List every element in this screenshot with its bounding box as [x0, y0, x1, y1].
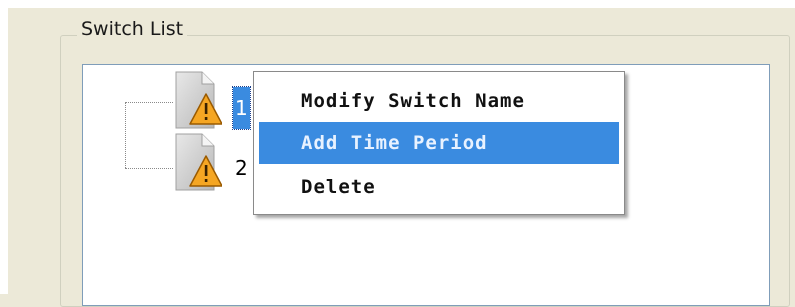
tree-connector-vertical — [125, 102, 126, 168]
tree-item-label-2[interactable]: 2 — [233, 155, 250, 181]
window-top-edge — [0, 0, 795, 8]
document-warning-icon[interactable] — [170, 132, 222, 194]
menu-item-modify-switch-name[interactable]: Modify Switch Name — [259, 80, 619, 122]
menu-item-delete[interactable]: Delete — [259, 166, 619, 208]
menu-item-add-time-period[interactable]: Add Time Period — [259, 122, 619, 164]
tree-connector-item-2 — [125, 168, 173, 169]
window-left-edge — [0, 0, 8, 294]
document-warning-icon[interactable] — [170, 70, 222, 132]
switch-list-title: Switch List — [77, 18, 188, 40]
tree-connector-item-1 — [125, 102, 173, 103]
context-menu: Modify Switch Name Add Time Period Delet… — [253, 71, 625, 215]
tree-item-label-1[interactable]: 1 — [232, 86, 251, 130]
